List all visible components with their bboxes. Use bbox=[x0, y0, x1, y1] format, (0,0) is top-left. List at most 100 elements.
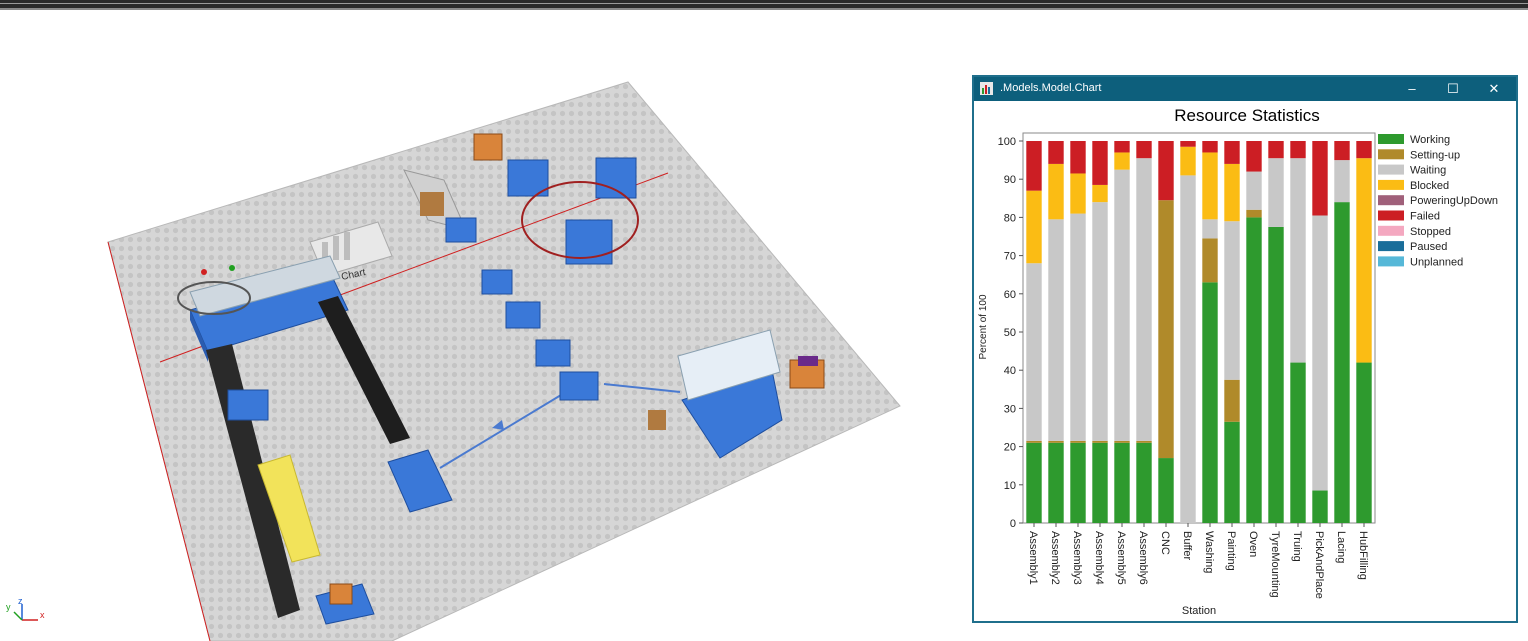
bar-segment-waiting bbox=[1224, 221, 1240, 380]
bar-segment-blocked bbox=[1070, 173, 1086, 214]
bar-segment-waiting bbox=[1268, 158, 1284, 227]
legend-swatch bbox=[1378, 149, 1404, 160]
x-tick-label: Truing bbox=[1291, 531, 1303, 562]
legend-swatch bbox=[1378, 179, 1404, 190]
chart-app-icon bbox=[980, 82, 993, 95]
bar-segment-waiting bbox=[1026, 263, 1042, 441]
bar-segment-blocked bbox=[1114, 152, 1130, 170]
y-tick-label: 30 bbox=[1004, 403, 1016, 415]
bar-segment-working bbox=[1268, 226, 1284, 523]
bar-segment-waiting bbox=[1202, 219, 1218, 239]
y-tick-label: 60 bbox=[1004, 289, 1016, 301]
bar-segment-working bbox=[1246, 217, 1262, 523]
bar-segment-failed bbox=[1356, 141, 1372, 159]
bar-segment-failed bbox=[1224, 141, 1240, 164]
bar-segment-setting-up bbox=[1048, 440, 1064, 443]
bar-segment-failed bbox=[1334, 141, 1350, 161]
x-tick-label: Oven bbox=[1247, 531, 1259, 557]
legend-label: PoweringUpDown bbox=[1410, 195, 1498, 207]
bar-segment-setting-up bbox=[1026, 440, 1042, 443]
legend-label: Unplanned bbox=[1410, 256, 1463, 268]
x-tick-label: CNC bbox=[1159, 531, 1171, 555]
maximize-button[interactable]: ☐ bbox=[1433, 77, 1473, 101]
bar-segment-setting-up bbox=[1070, 440, 1086, 443]
y-tick-label: 100 bbox=[998, 136, 1016, 148]
factory-3d-scene[interactable]: Chart bbox=[0, 10, 960, 641]
y-tick-label: 0 bbox=[1010, 518, 1016, 530]
legend: Working Setting-up Waiting Blocked PoweringU… bbox=[1378, 134, 1498, 268]
legend-swatch bbox=[1378, 225, 1404, 236]
bar-segment-blocked bbox=[1356, 158, 1372, 363]
bar-segment-working bbox=[1356, 362, 1372, 523]
gizmo-x-label: x bbox=[40, 610, 45, 620]
bar-segment-working bbox=[1312, 490, 1328, 523]
minimize-button[interactable]: – bbox=[1392, 77, 1432, 101]
bar-segment-working bbox=[1136, 442, 1152, 523]
bar-segment-setting-up bbox=[1246, 209, 1262, 218]
bar-segment-working bbox=[1334, 202, 1350, 523]
bar-segment-blocked bbox=[1092, 184, 1108, 203]
y-tick-label: 10 bbox=[1004, 480, 1016, 492]
bar-segment-setting-up bbox=[1224, 379, 1240, 422]
chart-window-title: .Models.Model.Chart bbox=[1000, 82, 1102, 94]
x-tick-label: HubFilling bbox=[1357, 531, 1369, 580]
legend-label: Waiting bbox=[1410, 165, 1446, 177]
x-tick-label: TyreMounting bbox=[1269, 531, 1281, 598]
bar-segment-failed bbox=[1202, 141, 1218, 153]
bar-segment-failed bbox=[1268, 141, 1284, 159]
chart-window[interactable]: .Models.Model.Chart – ☐ ✕ Resource Stati… bbox=[972, 75, 1518, 623]
bar-segment-waiting bbox=[1048, 219, 1064, 441]
bar-segment-waiting bbox=[1114, 169, 1130, 441]
bar-segment-working bbox=[1026, 442, 1042, 523]
bar-segment-setting-up bbox=[1136, 440, 1152, 443]
x-tick-label: Lacing bbox=[1335, 531, 1347, 563]
bar-segment-setting-up bbox=[1092, 440, 1108, 443]
bar-segment-working bbox=[1224, 421, 1240, 523]
close-button[interactable]: ✕ bbox=[1474, 77, 1514, 101]
bar-segment-waiting bbox=[1180, 175, 1196, 523]
y-tick-label: 50 bbox=[1004, 327, 1016, 339]
bar-segment-waiting bbox=[1070, 213, 1086, 441]
x-tick-label: Assembly5 bbox=[1115, 531, 1127, 585]
legend-label: Stopped bbox=[1410, 226, 1451, 238]
bar-segment-waiting bbox=[1092, 202, 1108, 441]
legend-label: Paused bbox=[1410, 241, 1447, 253]
legend-swatch bbox=[1378, 210, 1404, 221]
y-tick-label: 70 bbox=[1004, 251, 1016, 263]
chart-title: Resource Statistics bbox=[1174, 106, 1320, 125]
y-axis: 0 10 20 30 40 50 60 70 80 90 100 bbox=[998, 136, 1023, 530]
legend-swatch bbox=[1378, 256, 1404, 267]
bar-segment-blocked bbox=[1224, 163, 1240, 222]
x-tick-label: Assembly2 bbox=[1049, 531, 1061, 585]
gizmo-y-label: y bbox=[6, 602, 11, 612]
x-axis: Assembly1 Assembly2 Assembly3 Assembly4 Asse… bbox=[1027, 523, 1369, 599]
top-window-strip bbox=[0, 0, 1528, 10]
y-tick-label: 90 bbox=[1004, 174, 1016, 186]
bar-segment-working bbox=[1158, 458, 1174, 523]
x-tick-label: Assembly4 bbox=[1093, 531, 1105, 585]
x-tick-label: Assembly3 bbox=[1071, 531, 1083, 585]
legend-label: Working bbox=[1410, 134, 1450, 146]
bar-segment-failed bbox=[1026, 141, 1042, 191]
legend-label: Failed bbox=[1410, 211, 1440, 223]
chart-window-titlebar[interactable]: .Models.Model.Chart – ☐ ✕ bbox=[974, 77, 1516, 101]
y-tick-label: 20 bbox=[1004, 442, 1016, 454]
bar-segment-working bbox=[1092, 442, 1108, 523]
y-tick-label: 40 bbox=[1004, 365, 1016, 377]
bar-segment-setting-up bbox=[1114, 440, 1130, 443]
x-tick-label: Buffer bbox=[1181, 531, 1193, 560]
legend-label: Blocked bbox=[1410, 180, 1449, 192]
legend-swatch bbox=[1378, 195, 1404, 206]
bar-segment-failed bbox=[1312, 141, 1328, 216]
bar-segment-working bbox=[1290, 362, 1306, 523]
x-tick-label: PickAndPlace bbox=[1313, 531, 1325, 599]
y-axis-label: Percent of 100 bbox=[978, 294, 989, 359]
gizmo-z-label: z bbox=[18, 598, 23, 606]
legend-swatch bbox=[1378, 164, 1404, 175]
bar-segment-blocked bbox=[1180, 146, 1196, 176]
bar-segment-working bbox=[1048, 442, 1064, 523]
bar-segment-waiting bbox=[1136, 158, 1152, 441]
bar-segment-failed bbox=[1070, 141, 1086, 174]
bar-segment-blocked bbox=[1202, 152, 1218, 220]
bar-segment-failed bbox=[1048, 141, 1064, 164]
